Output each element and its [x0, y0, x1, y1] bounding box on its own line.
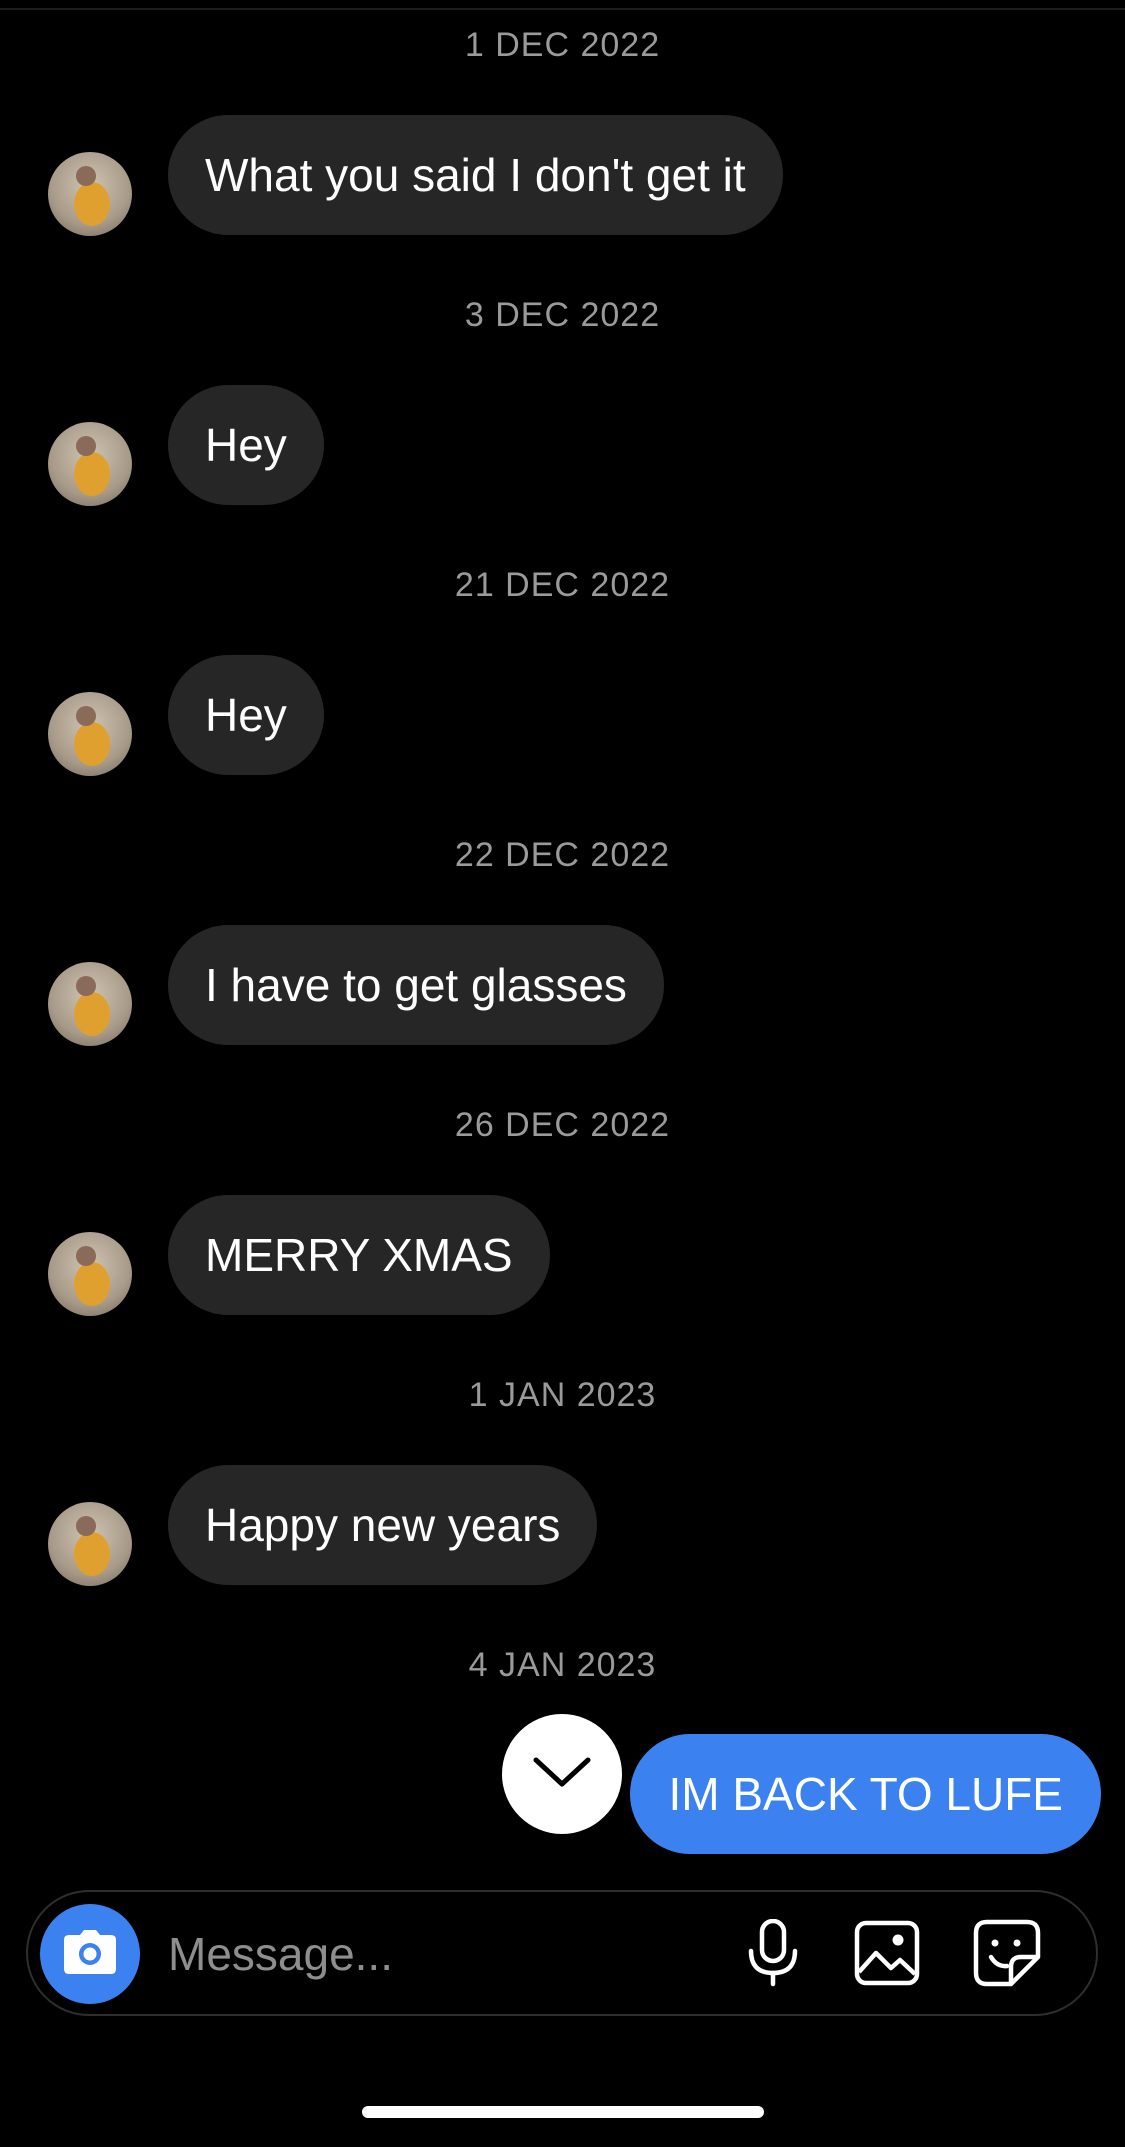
sticker-icon [973, 1919, 1041, 1992]
date-separator: 4 JAN 2023 [468, 1646, 657, 1684]
avatar[interactable] [48, 692, 132, 776]
incoming-message[interactable]: Hey [168, 655, 324, 775]
incoming-message[interactable]: What you said I don't get it [168, 115, 783, 235]
top-divider [0, 8, 1125, 10]
image-icon [854, 1920, 920, 1991]
message-composer [26, 1890, 1098, 2016]
avatar[interactable] [48, 152, 132, 236]
incoming-message[interactable]: I have to get glasses [168, 925, 664, 1045]
incoming-message[interactable]: Happy new years [168, 1465, 598, 1585]
avatar[interactable] [48, 1502, 132, 1586]
date-separator: 1 DEC 2022 [464, 26, 661, 64]
chat-screen: 1 DEC 2022 What you said I don't get it … [0, 0, 1125, 2147]
gallery-button[interactable] [852, 1920, 922, 1990]
camera-icon [63, 1929, 117, 1980]
incoming-message[interactable]: Hey [168, 385, 324, 505]
date-separator: 22 DEC 2022 [454, 836, 671, 874]
home-indicator [362, 2106, 764, 2118]
avatar[interactable] [48, 962, 132, 1046]
microphone-button[interactable] [738, 1918, 808, 1992]
message-input[interactable] [168, 1910, 728, 1998]
avatar[interactable] [48, 1232, 132, 1316]
sticker-button[interactable] [972, 1919, 1042, 1992]
camera-button[interactable] [40, 1904, 140, 2004]
date-separator: 1 JAN 2023 [468, 1376, 657, 1414]
outgoing-message[interactable]: IM BACK TO LUFE [630, 1734, 1101, 1854]
date-separator: 26 DEC 2022 [454, 1106, 671, 1144]
incoming-message[interactable]: MERRY XMAS [168, 1195, 550, 1315]
date-separator: 3 DEC 2022 [464, 296, 661, 334]
microphone-icon [745, 1918, 801, 1992]
chevron-down-icon [530, 1752, 594, 1797]
scroll-to-bottom-button[interactable] [502, 1714, 622, 1834]
date-separator: 21 DEC 2022 [454, 566, 671, 604]
avatar[interactable] [48, 422, 132, 506]
